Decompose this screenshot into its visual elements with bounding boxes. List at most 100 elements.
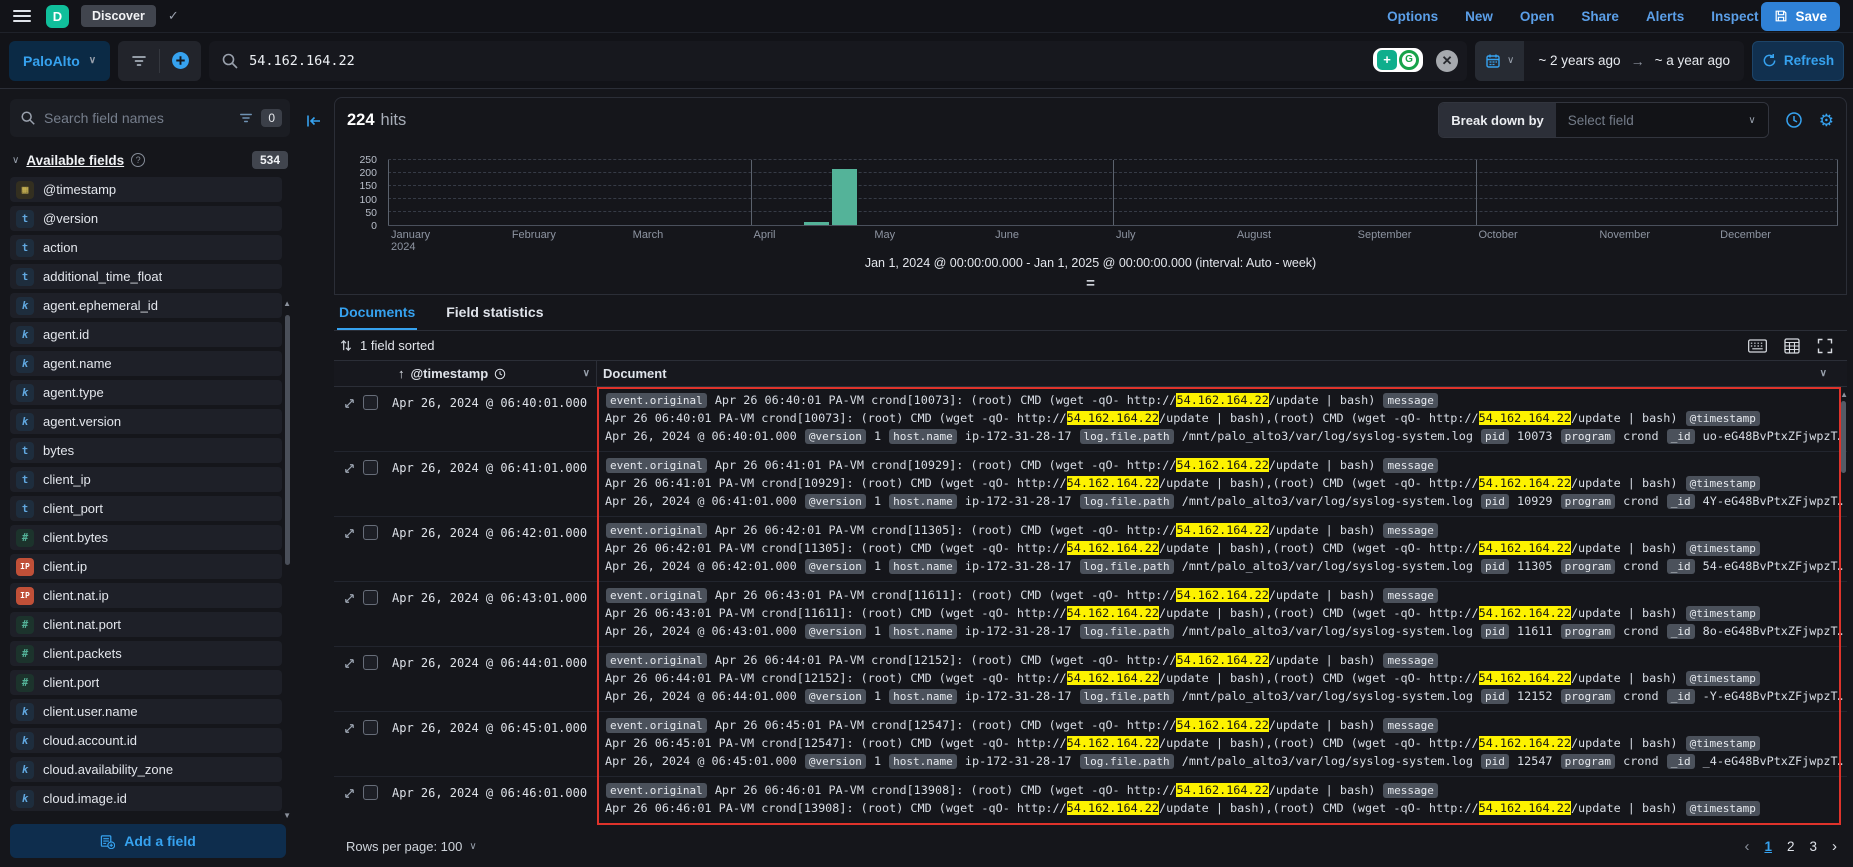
field-item-@timestamp[interactable]: ▦ @timestamp bbox=[10, 177, 282, 202]
refresh-button[interactable]: Refresh bbox=[1752, 40, 1844, 81]
extension-icon-1[interactable]: + bbox=[1377, 49, 1398, 70]
field-item-client.user.name[interactable]: k client.user.name bbox=[10, 699, 282, 724]
date-to[interactable]: ~ a year ago bbox=[1655, 53, 1730, 68]
expand-row-button[interactable] bbox=[343, 590, 356, 605]
nav-new[interactable]: New bbox=[1465, 9, 1493, 24]
scrollbar-thumb[interactable] bbox=[285, 315, 290, 565]
field-item-client.nat.port[interactable]: # client.nat.port bbox=[10, 612, 282, 637]
sidebar-scrollbar[interactable]: ▲ ▼ bbox=[283, 299, 291, 820]
field-item-client.nat.ip[interactable]: IP client.nat.ip bbox=[10, 583, 282, 608]
row-checkbox[interactable] bbox=[363, 460, 378, 475]
field-item-client.packets[interactable]: # client.packets bbox=[10, 641, 282, 666]
nav-open[interactable]: Open bbox=[1520, 9, 1555, 24]
fullscreen-button[interactable] bbox=[1817, 338, 1833, 354]
expand-row-button[interactable] bbox=[343, 395, 356, 410]
next-page-button[interactable]: › bbox=[1832, 838, 1837, 855]
previous-page-button[interactable]: ‹ bbox=[1744, 838, 1749, 855]
field-item-cloud.account.id[interactable]: k cloud.account.id bbox=[10, 728, 282, 753]
chevron-down-icon[interactable]: ∨ bbox=[583, 368, 590, 379]
row-checkbox[interactable] bbox=[363, 655, 378, 670]
nav-alerts[interactable]: Alerts bbox=[1646, 9, 1684, 24]
row-controls bbox=[334, 712, 392, 776]
chevron-down-icon[interactable]: ∨ bbox=[1820, 368, 1827, 379]
timestamp-column-label: @timestamp bbox=[410, 366, 489, 381]
row-checkbox[interactable] bbox=[363, 720, 378, 735]
breadcrumb[interactable]: Discover bbox=[81, 5, 156, 27]
space-logo[interactable]: D bbox=[46, 4, 69, 28]
row-checkbox[interactable] bbox=[363, 785, 378, 800]
saved-queries-button[interactable] bbox=[118, 41, 159, 81]
field-item-client_port[interactable]: t client_port bbox=[10, 496, 282, 521]
scroll-up-icon[interactable]: ▲ bbox=[1840, 390, 1847, 399]
field-search-input[interactable] bbox=[44, 110, 232, 126]
date-picker-menu-button[interactable]: ∨ bbox=[1475, 40, 1525, 81]
data-view-switcher[interactable]: PaloAlto ∨ bbox=[9, 40, 111, 81]
expand-row-button[interactable] bbox=[343, 460, 356, 475]
tab-documents[interactable]: Documents bbox=[337, 295, 418, 330]
timestamp-column-header[interactable]: ↑ @timestamp ∨ bbox=[392, 361, 597, 386]
expand-row-button[interactable] bbox=[343, 785, 356, 800]
table-scrollbar[interactable]: ▲ bbox=[1839, 387, 1847, 827]
clear-query-button[interactable]: ✕ bbox=[1436, 49, 1459, 72]
field-item-bytes[interactable]: t bytes bbox=[10, 438, 282, 463]
row-checkbox[interactable] bbox=[363, 395, 378, 410]
nav-share[interactable]: Share bbox=[1581, 9, 1619, 24]
collapse-sidebar-button[interactable] bbox=[305, 112, 323, 130]
scroll-up-icon[interactable]: ▲ bbox=[283, 299, 291, 308]
add-filter-button[interactable] bbox=[160, 41, 201, 81]
x-axis-label: August bbox=[1236, 229, 1272, 241]
field-item-@version[interactable]: t @version bbox=[10, 206, 282, 231]
menu-icon[interactable] bbox=[13, 10, 31, 22]
keyboard-shortcuts-button[interactable] bbox=[1748, 338, 1767, 353]
field-item-agent.version[interactable]: k agent.version bbox=[10, 409, 282, 434]
tab-field-statistics[interactable]: Field statistics bbox=[444, 295, 545, 330]
extension-icon-2[interactable]: G bbox=[1399, 49, 1420, 70]
field-item-client.ip[interactable]: IP client.ip bbox=[10, 554, 282, 579]
log-text: 1 bbox=[866, 624, 889, 638]
resize-handle[interactable]: = bbox=[1086, 275, 1095, 292]
field-item-agent.name[interactable]: k agent.name bbox=[10, 351, 282, 376]
field-item-agent.ephemeral_id[interactable]: k agent.ephemeral_id bbox=[10, 293, 282, 318]
chart-options-button[interactable] bbox=[1785, 111, 1803, 129]
breakdown-select[interactable]: Select field ∨ bbox=[1555, 103, 1768, 137]
document-column-header[interactable]: Document ∨ bbox=[597, 361, 1847, 386]
field-item-client_ip[interactable]: t client_ip bbox=[10, 467, 282, 492]
question-icon[interactable]: ? bbox=[131, 153, 146, 167]
log-text: /update | bash),(root) CMD (wget -qO- ht… bbox=[1159, 671, 1479, 685]
filter-icon[interactable] bbox=[239, 111, 253, 125]
add-field-button[interactable]: Add a field bbox=[10, 824, 286, 858]
nav-options[interactable]: Options bbox=[1387, 9, 1438, 24]
field-badge: _id bbox=[1666, 429, 1695, 444]
rows-per-page-button[interactable]: Rows per page: 100 ∨ bbox=[346, 839, 477, 854]
row-checkbox[interactable] bbox=[363, 590, 378, 605]
field-badge: message bbox=[1383, 588, 1438, 603]
breakdown-control: Break down by Select field ∨ bbox=[1438, 102, 1769, 138]
field-item-cloud.image.id[interactable]: k cloud.image.id bbox=[10, 786, 282, 811]
field-item-additional_time_float[interactable]: t additional_time_float bbox=[10, 264, 282, 289]
page-3[interactable]: 3 bbox=[1809, 839, 1817, 854]
nav-inspect[interactable]: Inspect bbox=[1711, 9, 1758, 24]
expand-row-button[interactable] bbox=[343, 525, 356, 540]
field-item-client.bytes[interactable]: # client.bytes bbox=[10, 525, 282, 550]
date-from[interactable]: ~ 2 years ago bbox=[1538, 53, 1620, 68]
expand-row-button[interactable] bbox=[343, 720, 356, 735]
field-item-cloud.availability_zone[interactable]: k cloud.availability_zone bbox=[10, 757, 282, 782]
page-1[interactable]: 1 bbox=[1764, 839, 1772, 854]
chevron-down-icon[interactable]: ∨ bbox=[12, 155, 19, 166]
row-checkbox[interactable] bbox=[363, 525, 378, 540]
expand-row-button[interactable] bbox=[343, 655, 356, 670]
field-item-client.port[interactable]: # client.port bbox=[10, 670, 282, 695]
field-item-agent.id[interactable]: k agent.id bbox=[10, 322, 282, 347]
field-item-action[interactable]: t action bbox=[10, 235, 282, 260]
save-button[interactable]: Save bbox=[1761, 1, 1840, 31]
document-line: Apr 26, 2024 @ 06:40:01.000 @version 1 h… bbox=[605, 429, 1843, 447]
scroll-down-icon[interactable]: ▼ bbox=[283, 811, 291, 820]
field-item-agent.type[interactable]: k agent.type bbox=[10, 380, 282, 405]
scrollbar-thumb[interactable] bbox=[1841, 401, 1846, 473]
available-fields-title[interactable]: Available fields bbox=[26, 153, 124, 168]
field-sorted-button[interactable]: 1 field sorted bbox=[360, 338, 434, 353]
query-input[interactable] bbox=[209, 52, 1468, 69]
display-options-button[interactable] bbox=[1784, 337, 1800, 354]
page-2[interactable]: 2 bbox=[1787, 839, 1795, 854]
gear-icon[interactable]: ⚙ bbox=[1819, 112, 1834, 129]
